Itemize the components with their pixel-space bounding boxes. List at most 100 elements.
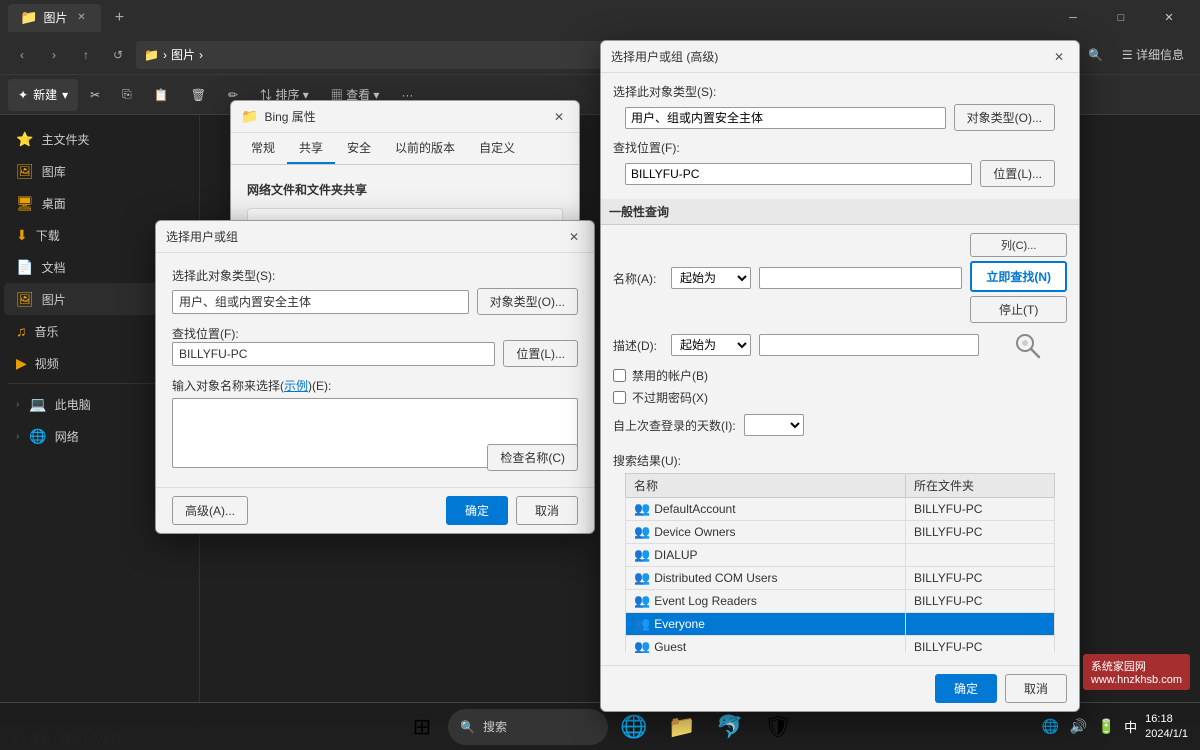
result-name-cell: 👥DIALUP [626,544,906,567]
back-btn[interactable]: ‹ [8,41,36,69]
minimize-btn[interactable]: ─ [1050,0,1096,35]
network-tray-icon[interactable]: 🌐 [1040,717,1060,737]
tab-share[interactable]: 共享 [287,133,335,164]
forward-btn[interactable]: › [40,41,68,69]
maximize-btn[interactable]: □ [1098,0,1144,35]
tab-security[interactable]: 安全 [335,133,383,164]
tab-close-btn[interactable]: ✕ [73,10,89,26]
user-group-icon: 👥 [634,639,650,653]
name-value-input[interactable] [759,267,962,289]
results-scrollable[interactable]: 名称 所在文件夹 👥DefaultAccountBILLYFU-PC👥Devic… [613,473,1067,653]
advanced-cancel-btn[interactable]: 取消 [1005,674,1067,703]
copy-btn[interactable]: ⎘ [112,79,142,111]
start-icon: ⊞ [413,714,431,740]
select-user-dialog: 选择用户或组 ✕ 选择此对象类型(S): 对象类型(O)... 查找位置(F):… [155,220,595,534]
adv-obj-type-row: 对象类型(O)... [613,104,1067,131]
new-tab-btn[interactable]: + [105,4,133,32]
details-toggle[interactable]: ☰ 详细信息 [1114,46,1192,63]
stop-btn[interactable]: 停止(T) [970,296,1067,323]
check-name-btn[interactable]: 检查名称(C) [487,444,578,471]
object-type-btn[interactable]: 对象类型(O)... [477,288,578,315]
battery-tray-icon[interactable]: 🔋 [1096,717,1116,737]
volume-tray-icon[interactable]: 🔊 [1068,717,1088,737]
network-expand-icon: › [16,431,19,442]
videos-icon: ▶ [16,355,27,372]
sidebar-item-desktop[interactable]: 🖥 桌面 [4,187,195,219]
results-table: 名称 所在文件夹 👥DefaultAccountBILLYFU-PC👥Devic… [625,473,1055,653]
adv-location-input[interactable] [625,163,972,185]
location-input[interactable] [172,342,495,366]
explorer-tab[interactable]: 📁 图片 ✕ [8,4,101,32]
bing-props-title: Bing 属性 [264,108,543,125]
col-location-header: 所在文件夹 [905,474,1054,498]
search-btn[interactable]: 🔍 [1082,41,1110,69]
sidebar-thispc-label: 此电脑 [55,396,91,413]
name-dropdown[interactable]: 起始为 [671,267,751,289]
watermark-text: 系统家园网 [1091,661,1146,673]
result-name-cell: 👥Guest [626,636,906,654]
ime-indicator[interactable]: 中 [1124,717,1137,736]
result-row[interactable]: 👥DIALUP [626,544,1055,567]
adv-location-btn[interactable]: 位置(L)... [980,160,1055,187]
adv-obj-type-btn[interactable]: 对象类型(O)... [954,104,1055,131]
bing-props-close-btn[interactable]: ✕ [549,107,569,127]
clock-area[interactable]: 16:18 2024/1/1 [1145,712,1188,741]
advanced-ok-btn[interactable]: 确定 [935,674,997,703]
paste-btn[interactable]: 📋 [144,79,179,111]
advanced-close-btn[interactable]: ✕ [1049,47,1069,67]
select-user-close-btn[interactable]: ✕ [564,227,584,247]
cut-btn[interactable]: ✂ [80,79,110,111]
object-type-value-row: 对象类型(O)... [172,288,578,315]
close-btn[interactable]: ✕ [1146,0,1192,35]
sidebar-gallery-label: 图库 [42,163,66,180]
col-btn[interactable]: 列(C)... [970,233,1067,257]
noexpire-label: 不过期密码(X) [632,389,708,406]
tab-previous[interactable]: 以前的版本 [383,133,467,164]
select-user-ok-btn[interactable]: 确定 [446,496,508,525]
lastlogin-dropdown[interactable] [744,414,804,436]
desc-dropdown[interactable]: 起始为 [671,334,751,356]
tab-general[interactable]: 常规 [239,133,287,164]
taskbar-search[interactable]: 🔍 搜索 [448,709,608,745]
general-query-section: 一般性查询 名称(A): 起始为 列(C)... 立即查找(N) 停止(T) 描… [601,199,1079,436]
advanced-btn[interactable]: 高级(A)... [172,496,248,525]
adv-obj-type-input[interactable] [625,107,946,129]
delete-btn[interactable]: 🗑 [181,79,216,111]
user-group-icon: 👥 [634,524,650,540]
refresh-btn[interactable]: ↺ [104,41,132,69]
object-type-input[interactable] [172,290,469,314]
noexpire-checkbox[interactable] [613,391,626,404]
general-query-header: 一般性查询 [601,199,1079,225]
result-row[interactable]: 👥GuestBILLYFU-PC [626,636,1055,654]
result-row[interactable]: 👥Event Log ReadersBILLYFU-PC [626,590,1055,613]
result-row[interactable]: 👥Everyone [626,613,1055,636]
result-row[interactable]: 👥Distributed COM UsersBILLYFU-PC [626,567,1055,590]
select-user-ok-cancel: 确定 取消 [446,496,578,525]
result-row[interactable]: 👥Device OwnersBILLYFU-PC [626,521,1055,544]
desc-value-input[interactable] [759,334,979,356]
location-btn[interactable]: 位置(L)... [503,340,578,367]
user-group-icon: 👥 [634,570,650,586]
tab-custom[interactable]: 自定义 [467,133,527,164]
location-label: 查找位置(F): [172,325,252,342]
find-now-btn[interactable]: 立即查找(N) [970,261,1067,292]
col-name-header: 名称 [626,474,906,498]
disabled-accounts-checkbox[interactable] [613,369,626,382]
start-btn[interactable]: ⊞ [400,705,444,749]
result-location-cell: BILLYFU-PC [905,590,1054,613]
select-user-content: 选择此对象类型(S): 对象类型(O)... 查找位置(F): 位置(L)...… [156,253,594,487]
tab-label: 图片 [43,9,67,26]
new-item-btn[interactable]: ✦ 新建 ▾ [8,79,78,111]
select-user-title: 选择用户或组 [166,228,558,245]
select-user-cancel-btn[interactable]: 取消 [516,496,578,525]
up-btn[interactable]: ↑ [72,41,100,69]
taskbar-right: 🌐 🔊 🔋 中 16:18 2024/1/1 [1040,712,1188,741]
sidebar-item-home[interactable]: ⭐ 主文件夹 [4,123,195,155]
result-row[interactable]: 👥DefaultAccountBILLYFU-PC [626,498,1055,521]
example-link[interactable]: 示例 [284,379,308,393]
sidebar-desktop-label: 桌面 [42,195,66,212]
result-location-cell: BILLYFU-PC [905,567,1054,590]
sidebar-music-label: 音乐 [35,323,59,340]
sidebar-item-gallery[interactable]: 🖼 图库 [4,155,195,187]
share-section-title: 网络文件和文件夹共享 [247,181,563,198]
